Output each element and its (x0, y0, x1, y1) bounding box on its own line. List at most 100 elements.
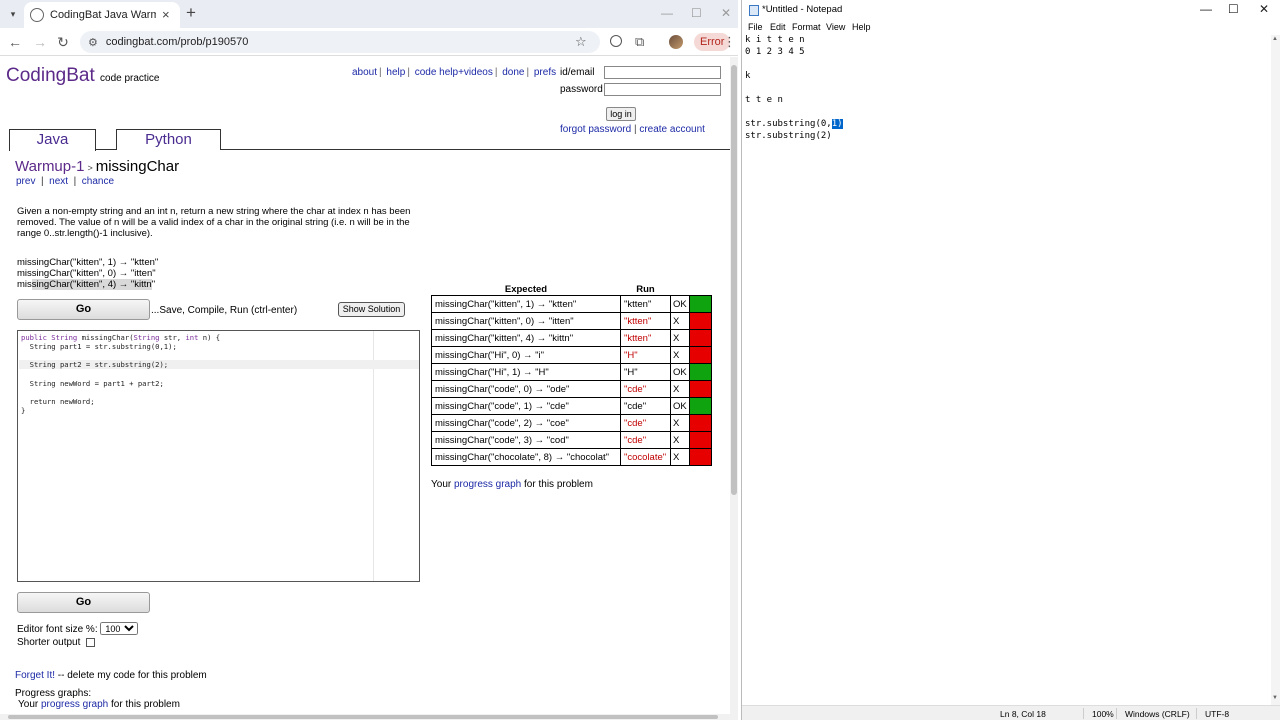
minimize-icon[interactable]: — (661, 6, 673, 20)
text-line-current[interactable]: str.substring(0,1) (745, 119, 843, 129)
bookmark-star-icon[interactable]: ☆ (575, 34, 587, 50)
maximize-icon[interactable]: ☐ (691, 6, 702, 20)
shorter-output-label: Shorter output (17, 637, 81, 648)
notepad-titlebar: *Untitled - Notepad — ☐ ✕ (742, 0, 1280, 20)
expected-cell: missingChar("kitten", 0) → "itten" (431, 312, 621, 330)
status-color-cell (689, 346, 712, 364)
forward-icon[interactable]: → (32, 34, 48, 50)
reload-icon[interactable]: ↻ (55, 34, 71, 50)
expected-cell: missingChar("code", 1) → "cde" (431, 397, 621, 415)
page-horizontal-scrollbar[interactable] (0, 714, 730, 720)
close-icon[interactable]: ✕ (1259, 2, 1269, 16)
run-cell: "ktten" (620, 329, 671, 347)
result-cell: OK (670, 397, 690, 415)
menu-file[interactable]: File (748, 22, 763, 32)
results-body: missingChar("kitten", 1) → "ktten" "ktten… (431, 295, 712, 466)
close-window-icon[interactable]: ✕ (721, 6, 731, 20)
done-link[interactable]: done (502, 67, 524, 78)
id-email-input[interactable] (604, 66, 721, 79)
expected-cell: missingChar("kitten", 4) → "kittn" (431, 329, 621, 347)
problem-description: Given a non-empty string and an int n, r… (17, 206, 411, 239)
result-cell: OK (670, 295, 690, 313)
tab-python[interactable]: Python (116, 129, 221, 150)
about-link[interactable]: about (352, 67, 377, 78)
close-tab-icon[interactable]: × (162, 8, 174, 21)
breadcrumb: Warmup-1 > missingChar (15, 158, 180, 175)
tab-java[interactable]: Java (9, 129, 96, 151)
code-line[interactable]: public String missingChar(String str, in… (21, 333, 220, 342)
site-brand[interactable]: CodingBat code practice (6, 65, 160, 87)
minimize-icon[interactable]: — (1200, 2, 1212, 16)
profile-avatar[interactable] (669, 35, 683, 49)
scroll-down-icon[interactable]: ▼ (1272, 695, 1278, 701)
result-cell: X (670, 346, 690, 364)
notepad-text-area[interactable]: k i t t e n 0 1 2 3 4 5 k t t e n str.su… (742, 35, 1271, 705)
text-line[interactable]: str.substring(2) (745, 131, 832, 141)
back-icon[interactable]: ← (7, 34, 23, 50)
history-icon[interactable] (610, 35, 622, 47)
prefs-link[interactable]: prefs (534, 67, 556, 78)
extensions-icon[interactable]: ⧉ (635, 34, 644, 50)
status-color-cell (689, 448, 712, 466)
go-button-bottom[interactable]: Go (17, 592, 150, 613)
forget-it-link[interactable]: Forget It! (15, 670, 55, 681)
next-link[interactable]: next (49, 176, 68, 187)
menu-kebab-icon[interactable]: ⋮ (723, 34, 736, 50)
text-line[interactable]: t t e n (745, 95, 783, 105)
code-line-current[interactable]: String part2 = str.substring(2); (19, 360, 419, 369)
page-content: CodingBat code practice about | help | cod… (0, 57, 730, 720)
text-line[interactable]: 0 1 2 3 4 5 (745, 47, 805, 57)
shorter-output-checkbox[interactable] (86, 637, 96, 647)
tab-search-icon[interactable]: ▾ (5, 6, 21, 22)
font-size-select[interactable]: 100 (100, 622, 139, 635)
scroll-up-icon[interactable]: ▲ (1272, 36, 1278, 42)
code-editor[interactable]: public String missingChar(String str, in… (17, 330, 420, 582)
code-help-link[interactable]: code help+videos (415, 67, 493, 78)
site-info-icon[interactable]: ⚙ (88, 36, 98, 49)
code-line[interactable]: String newWord = part1 + part2; (21, 379, 164, 388)
language-tabs: Java Python (9, 129, 730, 151)
menu-edit[interactable]: Edit (770, 22, 786, 32)
selected-text[interactable]: 1) (831, 119, 843, 129)
result-row: missingChar("code", 3) → "cod" "cde" X (431, 431, 712, 449)
result-cell: X (670, 448, 690, 466)
maximize-icon[interactable]: ☐ (1228, 2, 1239, 16)
progress-graph-link-2[interactable]: progress graph (41, 699, 108, 710)
run-cell: "H" (620, 346, 671, 364)
show-solution-button[interactable]: Show Solution (338, 302, 405, 317)
result-row: missingChar("Hi", 1) → "H" "H" OK (431, 363, 712, 381)
code-line[interactable]: String part1 = str.substring(0,1); (21, 342, 177, 351)
editor-font-size: Editor font size %: 100 (17, 622, 139, 635)
prev-link[interactable]: prev (16, 176, 35, 187)
progress-graph-link[interactable]: progress graph (454, 479, 521, 490)
notepad-scrollbar[interactable]: ▲ ▼ (1271, 35, 1280, 705)
new-tab-icon[interactable]: + (186, 4, 196, 21)
brand-subtitle: code practice (100, 73, 160, 84)
section-link[interactable]: Warmup-1 (15, 158, 84, 175)
login-button[interactable]: log in (606, 107, 636, 121)
expected-cell: missingChar("code", 2) → "coe" (431, 414, 621, 432)
text-line[interactable]: k (745, 71, 750, 81)
tab-strip: ▾ CodingBat Java Warmup-1 missi × + — ☐ … (0, 0, 738, 28)
result-cell: X (670, 431, 690, 449)
browser-tab[interactable]: CodingBat Java Warmup-1 missi × (24, 2, 180, 28)
result-row: missingChar("chocolate", 8) → "chocolat"… (431, 448, 712, 466)
go-button[interactable]: Go (17, 299, 150, 320)
code-line[interactable]: } (21, 406, 25, 415)
menu-format[interactable]: Format (792, 22, 821, 32)
code-line[interactable]: return newWord; (21, 397, 95, 406)
site-favicon-icon (30, 8, 44, 22)
expected-cell: missingChar("Hi", 1) → "H" (431, 363, 621, 381)
expected-cell: missingChar("Hi", 0) → "i" (431, 346, 621, 364)
menu-help[interactable]: Help (852, 22, 871, 32)
help-link[interactable]: help (386, 67, 405, 78)
text-line[interactable]: k i t t e n (745, 35, 805, 45)
password-input[interactable] (604, 83, 721, 96)
chance-link[interactable]: chance (82, 176, 114, 187)
page-vertical-scrollbar[interactable] (730, 57, 738, 720)
address-bar[interactable]: ⚙ codingbat.com/prob/p190570 (80, 31, 600, 53)
save-compile-note: ...Save, Compile, Run (ctrl-enter) (151, 305, 298, 316)
url-text[interactable]: codingbat.com/prob/p190570 (106, 36, 249, 48)
status-color-cell (689, 397, 712, 415)
menu-view[interactable]: View (826, 22, 845, 32)
